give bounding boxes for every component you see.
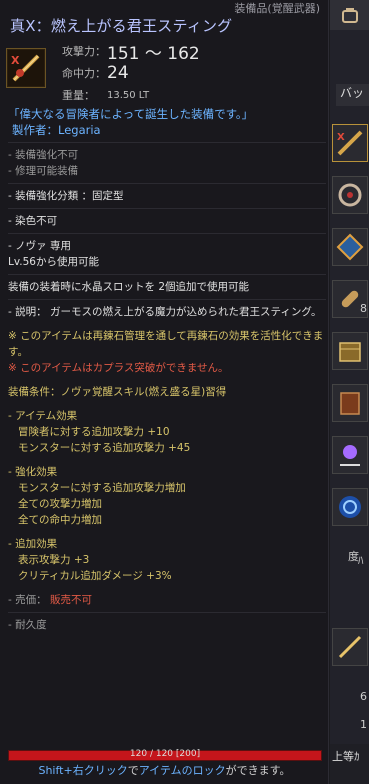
misc-3: 1 xyxy=(360,718,367,731)
add-effect-1: 表示攻撃力 +3 xyxy=(18,554,90,566)
inventory-slot[interactable] xyxy=(332,176,368,214)
add-effect-title: - 追加効果 xyxy=(8,538,58,550)
inventory-strip: バッ X 8 度 ﾊ 6 1 上等ｶ xyxy=(330,0,369,784)
durability-bar: 120 / 120 [200] xyxy=(8,749,322,761)
hint-key: Shift+右クリック xyxy=(38,764,128,777)
no-dye-line: - 染色不可 xyxy=(8,215,58,227)
item-effect-2: モンスターに対する追加攻撃力 +45 xyxy=(18,442,191,454)
no-enhance-line: - 装備強化不可 xyxy=(8,149,79,161)
durability-label: - 耐久度 xyxy=(8,619,47,631)
inventory-slot[interactable]: X xyxy=(332,124,368,162)
enhance-class-line: - 装備強化分類 ：固定型 xyxy=(8,190,124,202)
hint-highlight: アイテムのロック xyxy=(138,764,226,777)
crest-icon xyxy=(336,233,364,261)
refine-note: ※ このアイテムは再錬石管理を通して再錬石の効果を活性化できます。 xyxy=(8,330,324,358)
attack-label: 攻撃力： xyxy=(62,45,106,58)
add-effect-2: クリティカル追加ダメージ +3% xyxy=(18,570,172,582)
equip-condition: 装備条件：ノヴァ覚醒スキル(燃え盛る星)習得 xyxy=(8,386,227,398)
description-line: - 説明： ガーモスの燃え上がる魔力が込められた君王スティング。 xyxy=(8,306,322,318)
level-req-line: Lv.56から使用可能 xyxy=(8,256,99,268)
tooltip-body: 「偉大なる冒険者によって誕生した装備です。」 製作者：Legaria - 装備強… xyxy=(8,106,326,633)
inventory-slot[interactable] xyxy=(332,384,368,422)
inventory-slot[interactable] xyxy=(332,488,368,526)
accuracy-value: 24 xyxy=(107,63,129,83)
sword-icon xyxy=(338,635,362,659)
accessory-icon xyxy=(338,183,362,207)
enh-effect-3: 全ての命中力増加 xyxy=(18,514,102,526)
item-title: 真X：燃え上がる君王スティング xyxy=(10,17,233,35)
durability-text: 120 / 120 [200] xyxy=(129,749,201,759)
item-maker: 製作者：Legaria xyxy=(12,123,101,137)
item-effect-1: 冒険者に対する追加攻撃力 +10 xyxy=(18,426,170,438)
class-only-line: - ノヴァ 専用 xyxy=(8,240,71,252)
box-icon xyxy=(339,342,361,362)
enh-effect-title: - 強化効果 xyxy=(8,466,58,478)
crystal-slot-line: 装備の装着時に水晶スロットを 2個追加で使用可能 xyxy=(8,281,250,293)
lock-hint: Shift+右クリックでアイテムのロックができます。 xyxy=(0,762,329,778)
sword-icon: X xyxy=(337,130,363,156)
inventory-slot[interactable] xyxy=(332,628,368,666)
enh-effect-1: モンスターに対する追加攻撃力増加 xyxy=(18,482,186,494)
book-icon xyxy=(340,392,360,415)
bottom-label: 上等ｶ xyxy=(330,744,369,784)
sword-icon: X xyxy=(8,50,44,86)
svg-text:X: X xyxy=(11,54,20,67)
weight-label: 重量： xyxy=(62,89,95,102)
orb-icon xyxy=(340,445,360,466)
inventory-slot[interactable] xyxy=(332,332,368,370)
bag-icon[interactable] xyxy=(330,0,369,30)
attack-value: 151 ～ 162 xyxy=(107,43,200,64)
item-stats: 攻撃力： 151 ～ 162 命中力： 24 重量： 13.50 LT xyxy=(62,40,200,106)
price-value: 販売不可 xyxy=(49,594,92,606)
item-category: 装備品(覚醒武器) xyxy=(234,2,320,15)
misc-1: ﾊ xyxy=(358,554,364,567)
item-icon: X xyxy=(6,48,46,88)
weight-value: 13.50 LT xyxy=(107,89,150,101)
misc-2: 6 xyxy=(360,690,367,703)
hint-end: ができます。 xyxy=(225,764,291,777)
no-kapras-note: ※ このアイテムはカプラス突破ができません。 xyxy=(8,362,229,374)
price-label: - 売価： xyxy=(8,594,47,606)
inventory-slot[interactable] xyxy=(332,228,368,266)
enh-effect-2: 全ての攻撃力増加 xyxy=(18,498,102,510)
item-effect-title: - アイテム効果 xyxy=(8,410,78,422)
slot-count: 8 xyxy=(360,302,367,315)
inventory-tab[interactable]: バッ xyxy=(336,84,369,106)
svg-text:X: X xyxy=(337,132,345,143)
swirl-icon xyxy=(339,496,361,518)
item-tooltip: 装備品(覚醒武器) 真X：燃え上がる君王スティング X 攻撃力： 151 ～ 1… xyxy=(0,0,329,784)
hint-middle: で xyxy=(127,764,139,777)
repairable-line: - 修理可能装備 xyxy=(8,165,79,177)
accuracy-label: 命中力： xyxy=(62,67,106,80)
inventory-slot[interactable] xyxy=(332,436,368,474)
item-quote: 「偉大なる冒険者によって誕生した装備です。」 xyxy=(8,107,254,121)
